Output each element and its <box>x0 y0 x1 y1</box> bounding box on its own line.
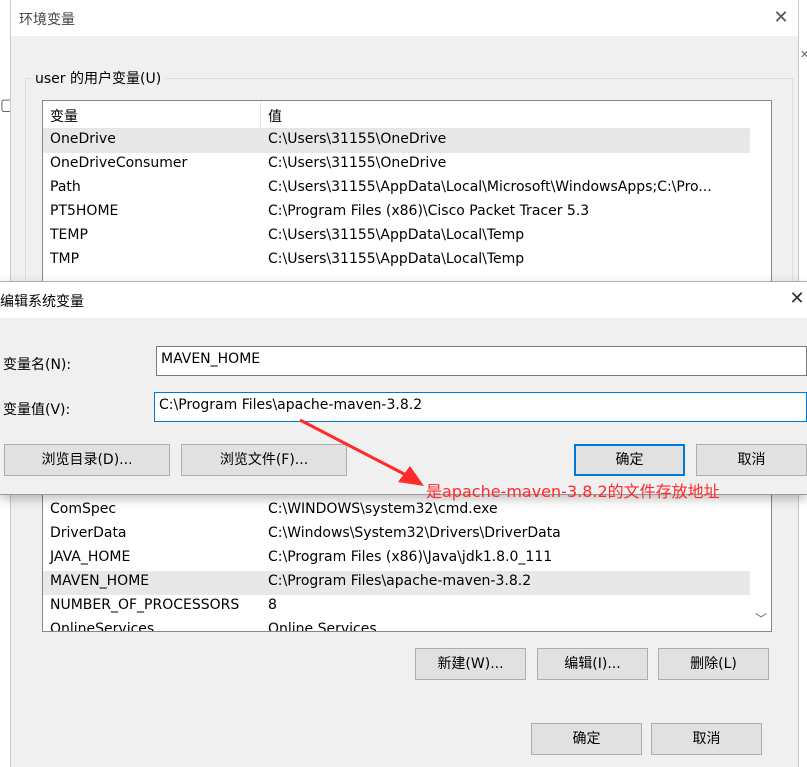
annotation-arrow <box>299 418 424 486</box>
annotation-text: 是apache-maven-3.8.2的文件存放地址 <box>426 482 720 501</box>
